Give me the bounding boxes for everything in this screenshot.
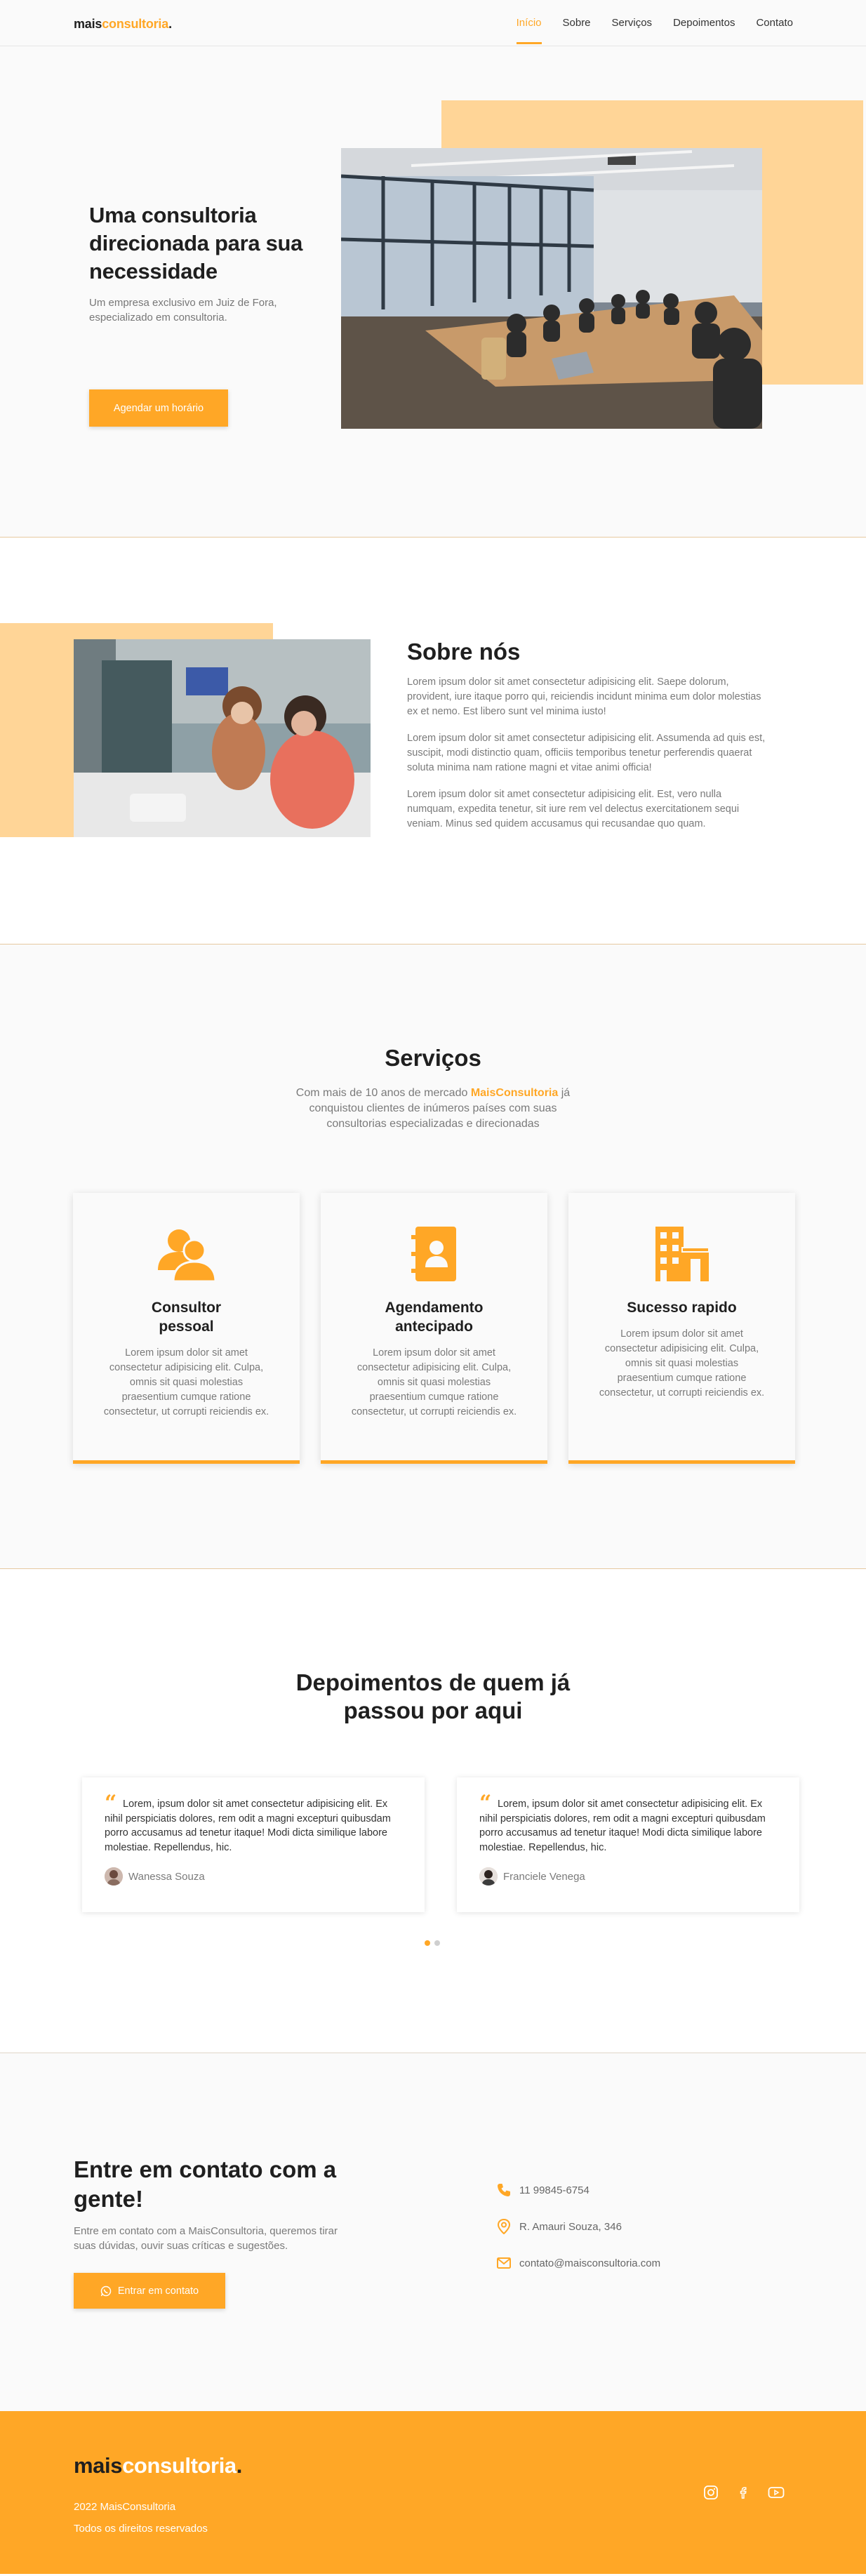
hero-meeting-photo bbox=[341, 148, 762, 429]
contact-address-text: R. Amauri Souza, 346 bbox=[519, 2220, 622, 2233]
testimonial-card: “Lorem, ipsum dolor sit amet consectetur… bbox=[457, 1777, 799, 1912]
footer-copyright: 2022 MaisConsultoria bbox=[74, 2501, 176, 2513]
contact-button[interactable]: Entrar em contato bbox=[74, 2273, 225, 2309]
testimonials-title: Depoimentos de quem já passou por aqui bbox=[0, 1669, 866, 1725]
testimonial-author: Wanessa Souza bbox=[105, 1867, 404, 1886]
quote-icon: “ bbox=[479, 1791, 492, 1815]
footer-logo[interactable]: maisconsultoria. bbox=[74, 2453, 242, 2478]
logo-part-mais: mais bbox=[74, 2453, 123, 2478]
hero-subtitle: Um empresa exclusivo em Juiz de Fora, es… bbox=[89, 297, 277, 323]
services-subtitle: Com mais de 10 anos de mercado MaisConsu… bbox=[282, 1086, 584, 1132]
instagram-icon[interactable] bbox=[703, 2485, 719, 2500]
about-text-block: Sobre nós Lorem ipsum dolor sit amet con… bbox=[407, 639, 772, 832]
schedule-button[interactable]: Agendar um horário bbox=[89, 389, 228, 427]
social-links bbox=[703, 2485, 785, 2500]
services-section: Serviços Com mais de 10 anos de mercado … bbox=[0, 945, 866, 1569]
service-card-text: Lorem ipsum dolor sit amet consectetur a… bbox=[599, 1328, 765, 1399]
service-card-title: Consultor pessoal bbox=[151, 1300, 222, 1335]
map-pin-icon bbox=[497, 2219, 511, 2234]
youtube-icon[interactable] bbox=[768, 2485, 785, 2500]
hero-title: Uma consultoria direcionada para sua nec… bbox=[89, 203, 303, 283]
service-card-title: Sucesso rapido bbox=[627, 1300, 737, 1316]
about-title: Sobre nós bbox=[407, 639, 521, 665]
service-card-consultor: Consultor pessoal Lorem ipsum dolor sit … bbox=[73, 1193, 300, 1464]
building-icon bbox=[568, 1227, 795, 1281]
about-section: Sobre nós Lorem ipsum dolor sit amet con… bbox=[0, 538, 866, 945]
testimonial-quote: “Lorem, ipsum dolor sit amet consectetur… bbox=[479, 1793, 778, 1855]
logo-part-consultoria: consultoria bbox=[122, 2453, 237, 2478]
top-navbar: maisconsultoria. Início Sobre Serviços D… bbox=[0, 0, 866, 46]
mail-icon bbox=[497, 2257, 511, 2269]
services-title: Serviços bbox=[385, 1045, 481, 1071]
contact-button-label: Entrar em contato bbox=[117, 2285, 199, 2297]
facebook-icon[interactable] bbox=[735, 2485, 751, 2500]
avatar bbox=[105, 1867, 123, 1886]
services-subtitle-part1: Com mais de 10 anos de mercado bbox=[295, 1087, 471, 1099]
services-cards: Consultor pessoal Lorem ipsum dolor sit … bbox=[73, 1193, 795, 1464]
carousel-dot-2[interactable] bbox=[434, 1940, 440, 1946]
avatar bbox=[479, 1867, 498, 1886]
phone-icon bbox=[498, 2184, 510, 2196]
logo-dot: . bbox=[168, 17, 172, 31]
testimonials-title-text: Depoimentos de quem já passou por aqui bbox=[295, 1669, 571, 1723]
nav-link-depoimentos[interactable]: Depoimentos bbox=[673, 17, 735, 44]
contact-title: Entre em contato com a gente! bbox=[74, 2156, 337, 2212]
about-office-photo bbox=[74, 639, 371, 837]
contact-phone: 11 99845-6754 bbox=[497, 2182, 660, 2198]
logo-part-mais: mais bbox=[74, 17, 102, 31]
contact-phone-text[interactable]: 11 99845-6754 bbox=[519, 2184, 589, 2196]
testimonial-quote-text: Lorem, ipsum dolor sit amet consectetur … bbox=[105, 1798, 391, 1853]
hero-text-block: Uma consultoria direcionada para sua nec… bbox=[89, 201, 328, 325]
carousel-pagination bbox=[425, 1940, 440, 1946]
logo-dot: . bbox=[236, 2453, 243, 2478]
whatsapp-icon bbox=[100, 2285, 112, 2296]
author-name: Wanessa Souza bbox=[128, 1870, 205, 1883]
service-card-text: Lorem ipsum dolor sit amet consectetur a… bbox=[103, 1347, 269, 1417]
testimonial-card: “Lorem, ipsum dolor sit amet consectetur… bbox=[82, 1777, 425, 1912]
about-paragraph-3: Lorem ipsum dolor sit amet consectetur a… bbox=[407, 789, 740, 829]
contact-address: R. Amauri Souza, 346 bbox=[497, 2219, 660, 2234]
nav-link-sobre[interactable]: Sobre bbox=[563, 17, 591, 44]
users-icon bbox=[73, 1227, 300, 1281]
testimonial-author: Franciele Venega bbox=[479, 1867, 778, 1886]
about-paragraph-2: Lorem ipsum dolor sit amet consectetur a… bbox=[407, 733, 766, 773]
author-name: Franciele Venega bbox=[503, 1870, 585, 1883]
contact-info-list: 11 99845-6754 R. Amauri Souza, 346 conta… bbox=[497, 2182, 660, 2292]
service-card-title: Agendamento antecipado bbox=[385, 1300, 484, 1335]
hero-section: Uma consultoria direcionada para sua nec… bbox=[0, 46, 866, 538]
services-subtitle-brand: MaisConsultoria bbox=[470, 1087, 559, 1099]
about-paragraph-1: Lorem ipsum dolor sit amet consectetur a… bbox=[407, 676, 761, 717]
footer: maisconsultoria. 2022 MaisConsultoria To… bbox=[0, 2411, 866, 2574]
testimonials-section: Depoimentos de quem já passou por aqui “… bbox=[0, 1569, 866, 2053]
service-card-text: Lorem ipsum dolor sit amet consectetur a… bbox=[351, 1347, 517, 1417]
contact-email-text[interactable]: contato@maisconsultoria.com bbox=[519, 2257, 660, 2269]
service-card-agendamento: Agendamento antecipado Lorem ipsum dolor… bbox=[321, 1193, 547, 1464]
nav-link-inicio[interactable]: Início bbox=[516, 17, 542, 44]
brand-logo[interactable]: maisconsultoria. bbox=[74, 17, 172, 32]
logo-part-consultoria: consultoria bbox=[102, 17, 169, 31]
meeting-illustration bbox=[341, 148, 762, 429]
nav-link-contato[interactable]: Contato bbox=[756, 17, 793, 44]
testimonial-quote-text: Lorem, ipsum dolor sit amet consectetur … bbox=[479, 1798, 766, 1853]
testimonials-carousel[interactable]: “Lorem, ipsum dolor sit amet consectetur… bbox=[82, 1777, 799, 1912]
main-menu: Início Sobre Serviços Depoimentos Contat… bbox=[516, 17, 793, 44]
carousel-dot-1[interactable] bbox=[425, 1940, 430, 1946]
office-illustration bbox=[74, 639, 371, 837]
nav-link-servicos[interactable]: Serviços bbox=[612, 17, 653, 44]
footer-rights: Todos os direitos reservados bbox=[74, 2523, 208, 2535]
contact-section: Entre em contato com a gente! Entre em c… bbox=[0, 2053, 866, 2411]
contact-email: contato@maisconsultoria.com bbox=[497, 2255, 660, 2271]
service-card-sucesso: Sucesso rapido Lorem ipsum dolor sit ame… bbox=[568, 1193, 795, 1464]
contact-subtitle: Entre em contato com a MaisConsultoria, … bbox=[74, 2225, 338, 2252]
testimonial-quote: “Lorem, ipsum dolor sit amet consectetur… bbox=[105, 1793, 404, 1855]
address-book-icon bbox=[321, 1227, 547, 1281]
quote-icon: “ bbox=[105, 1791, 117, 1815]
